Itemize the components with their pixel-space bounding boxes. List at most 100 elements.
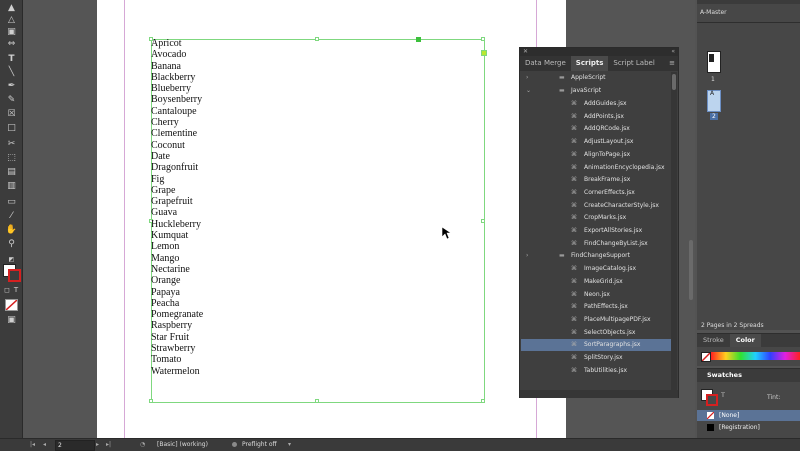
script-item-label: AdjustLayout.jsx xyxy=(584,138,634,146)
previous-page-icon[interactable]: ◂ xyxy=(43,439,46,451)
selection-tool-icon[interactable]: ▲ xyxy=(5,4,18,13)
close-panel-icon[interactable]: ✕ xyxy=(523,48,528,56)
swatch-row-registration[interactable]: [Registration] xyxy=(697,422,800,433)
frame-handle[interactable] xyxy=(315,399,319,403)
direct-selection-tool-icon[interactable]: △ xyxy=(5,16,18,25)
type-tool-icon[interactable]: T xyxy=(5,55,18,64)
first-page-icon[interactable]: |◂ xyxy=(30,439,35,451)
script-item[interactable]: ⌘ PlaceMultipagePDF.jsx xyxy=(521,314,671,326)
script-item[interactable]: ⌘ AddQRCode.jsx xyxy=(521,123,671,135)
script-file-icon: ⌘ xyxy=(571,341,577,349)
script-item[interactable]: ⌘ AdjustLayout.jsx xyxy=(521,136,671,148)
working-style[interactable]: [Basic] (working) xyxy=(157,439,208,451)
frame-handle[interactable] xyxy=(481,219,485,223)
scrollbar-thumb[interactable] xyxy=(672,74,676,90)
script-item[interactable]: ⌘ CornerEffects.jsx xyxy=(521,187,671,199)
folder-applescript[interactable]: › ▬ AppleScript xyxy=(521,72,671,84)
preflight-status[interactable]: Preflight off xyxy=(242,439,277,451)
tab-scripts[interactable]: Scripts xyxy=(570,56,609,71)
panel-menu-icon[interactable]: ≡ xyxy=(666,56,678,71)
default-fill-stroke-icon[interactable]: ◩ xyxy=(5,255,18,264)
folder-javascript[interactable]: ⌄ ▬ JavaScript xyxy=(521,85,671,97)
chevron-right-icon[interactable]: › xyxy=(526,72,528,84)
scrollbar[interactable] xyxy=(671,72,677,394)
pencil-tool-icon[interactable]: ✎ xyxy=(5,96,18,105)
formatting-t-icon[interactable]: T xyxy=(721,391,725,399)
preflight-menu-icon[interactable]: ▾ xyxy=(288,439,291,451)
page-1-number: 1 xyxy=(711,76,715,83)
scissors-tool-icon[interactable]: ✂ xyxy=(5,140,18,149)
pen-tool-icon[interactable]: ✒ xyxy=(5,82,18,91)
apply-none-icon[interactable] xyxy=(5,299,18,311)
fill-stroke-icon[interactable] xyxy=(3,264,21,282)
script-item[interactable]: ⌘ TabUtilities.jsx xyxy=(521,365,671,377)
page-tool-icon[interactable]: ▣ xyxy=(5,28,18,37)
content-grabber-icon[interactable] xyxy=(416,37,421,42)
frame-handle[interactable] xyxy=(481,37,485,41)
script-item[interactable]: ⌘ MakeGrid.jsx xyxy=(521,276,671,288)
panel-title-bar: ✕ « xyxy=(520,48,678,56)
script-item[interactable]: ⌘ BreakFrame.jsx xyxy=(521,174,671,186)
hand-tool-icon[interactable]: ✋ xyxy=(5,226,18,235)
chevron-down-icon[interactable]: ⌄ xyxy=(526,85,531,97)
swatch-row-none[interactable]: [None] xyxy=(697,410,800,421)
script-item[interactable]: ⌘ ImageCatalog.jsx xyxy=(521,263,671,275)
page-number-field[interactable]: 2 xyxy=(55,440,95,451)
color-fill-swatch[interactable] xyxy=(701,352,711,362)
master-label[interactable]: A-Master xyxy=(700,9,727,16)
script-file-icon: ⌘ xyxy=(571,138,577,146)
color-spectrum[interactable] xyxy=(711,352,800,360)
fruit-list-item: Mango xyxy=(151,252,180,264)
free-transform-tool-icon[interactable]: ⬚ xyxy=(5,154,18,163)
swatch-fill-stroke-icon[interactable] xyxy=(701,389,718,406)
swatches-title[interactable]: Swatches xyxy=(707,369,742,382)
gradient-swatch-tool-icon[interactable]: ▤ xyxy=(5,168,18,177)
chevron-right-icon[interactable]: › xyxy=(526,250,528,262)
frame-handle[interactable] xyxy=(481,399,485,403)
pages-scrollbar-thumb[interactable] xyxy=(689,240,693,300)
gap-tool-icon[interactable]: ⇔ xyxy=(5,40,18,49)
open-document-icon[interactable]: ◔ xyxy=(140,439,145,451)
eyedropper-tool-icon[interactable]: ⁄ xyxy=(5,212,18,221)
note-tool-icon[interactable]: ▭ xyxy=(5,198,18,207)
fruit-list-item: Watermelon xyxy=(151,365,200,377)
script-item[interactable]: ⌘ SplitStory.jsx xyxy=(521,352,671,364)
formatting-text-icon[interactable]: T xyxy=(12,286,20,295)
script-item[interactable]: ⌘ PathEffects.jsx xyxy=(521,301,671,313)
fruit-list-item: Dragonfruit xyxy=(151,162,199,174)
script-item[interactable]: ⌘ FindChangeByList.jsx xyxy=(521,238,671,250)
collapse-panel-icon[interactable]: « xyxy=(671,48,675,56)
script-item[interactable]: ⌘ SelectObjects.jsx xyxy=(521,327,671,339)
script-item[interactable]: ⌘ CreateCharacterStyle.jsx xyxy=(521,200,671,212)
page-2-thumbnail[interactable]: A xyxy=(707,90,721,112)
frame-handle[interactable] xyxy=(149,399,153,403)
script-item[interactable]: ⌘ AddPoints.jsx xyxy=(521,111,671,123)
next-page-icon[interactable]: ▸ xyxy=(96,439,99,451)
script-item[interactable]: ⌘ Neon.jsx xyxy=(521,289,671,301)
script-item[interactable]: ⌘ CropMarks.jsx xyxy=(521,212,671,224)
tab-stroke[interactable]: Stroke xyxy=(697,334,730,347)
script-item[interactable]: ⌘ AddGuides.jsx xyxy=(521,98,671,110)
panel-footer xyxy=(520,390,678,398)
script-item[interactable]: ⌘ SortParagraphs.jsx xyxy=(521,339,671,352)
folder-findchangesupport[interactable]: › ▬ FindChangeSupport xyxy=(521,250,671,262)
rectangle-tool-icon[interactable]: □ xyxy=(5,124,18,133)
page-1-thumbnail[interactable] xyxy=(707,51,721,73)
script-item[interactable]: ⌘ ExportAllStories.jsx xyxy=(521,225,671,237)
tab-data-merge[interactable]: Data Merge xyxy=(520,56,571,71)
swatches-panel: Swatches T Tint: [None] [Registration] xyxy=(697,368,800,439)
tab-script-label[interactable]: Script Label xyxy=(608,56,659,71)
script-item[interactable]: ⌘ AlignToPage.jsx xyxy=(521,149,671,161)
out-port-icon[interactable] xyxy=(481,50,487,56)
gradient-feather-tool-icon[interactable]: ▥ xyxy=(5,182,18,191)
zoom-tool-icon[interactable]: ⚲ xyxy=(5,240,18,249)
screen-mode-icon[interactable]: ▣ xyxy=(5,316,18,325)
script-item[interactable]: ⌘ AnimationEncyclopedia.jsx xyxy=(521,162,671,174)
rectangle-frame-tool-icon[interactable]: ☒ xyxy=(5,110,18,119)
line-tool-icon[interactable]: ╲ xyxy=(5,68,18,77)
script-file-icon: ⌘ xyxy=(571,328,577,336)
tab-color[interactable]: Color xyxy=(729,334,761,347)
fruit-list-item: Grapefruit xyxy=(151,196,193,208)
formatting-container-icon[interactable]: ◻ xyxy=(3,286,11,295)
last-page-icon[interactable]: ▸| xyxy=(106,439,111,451)
